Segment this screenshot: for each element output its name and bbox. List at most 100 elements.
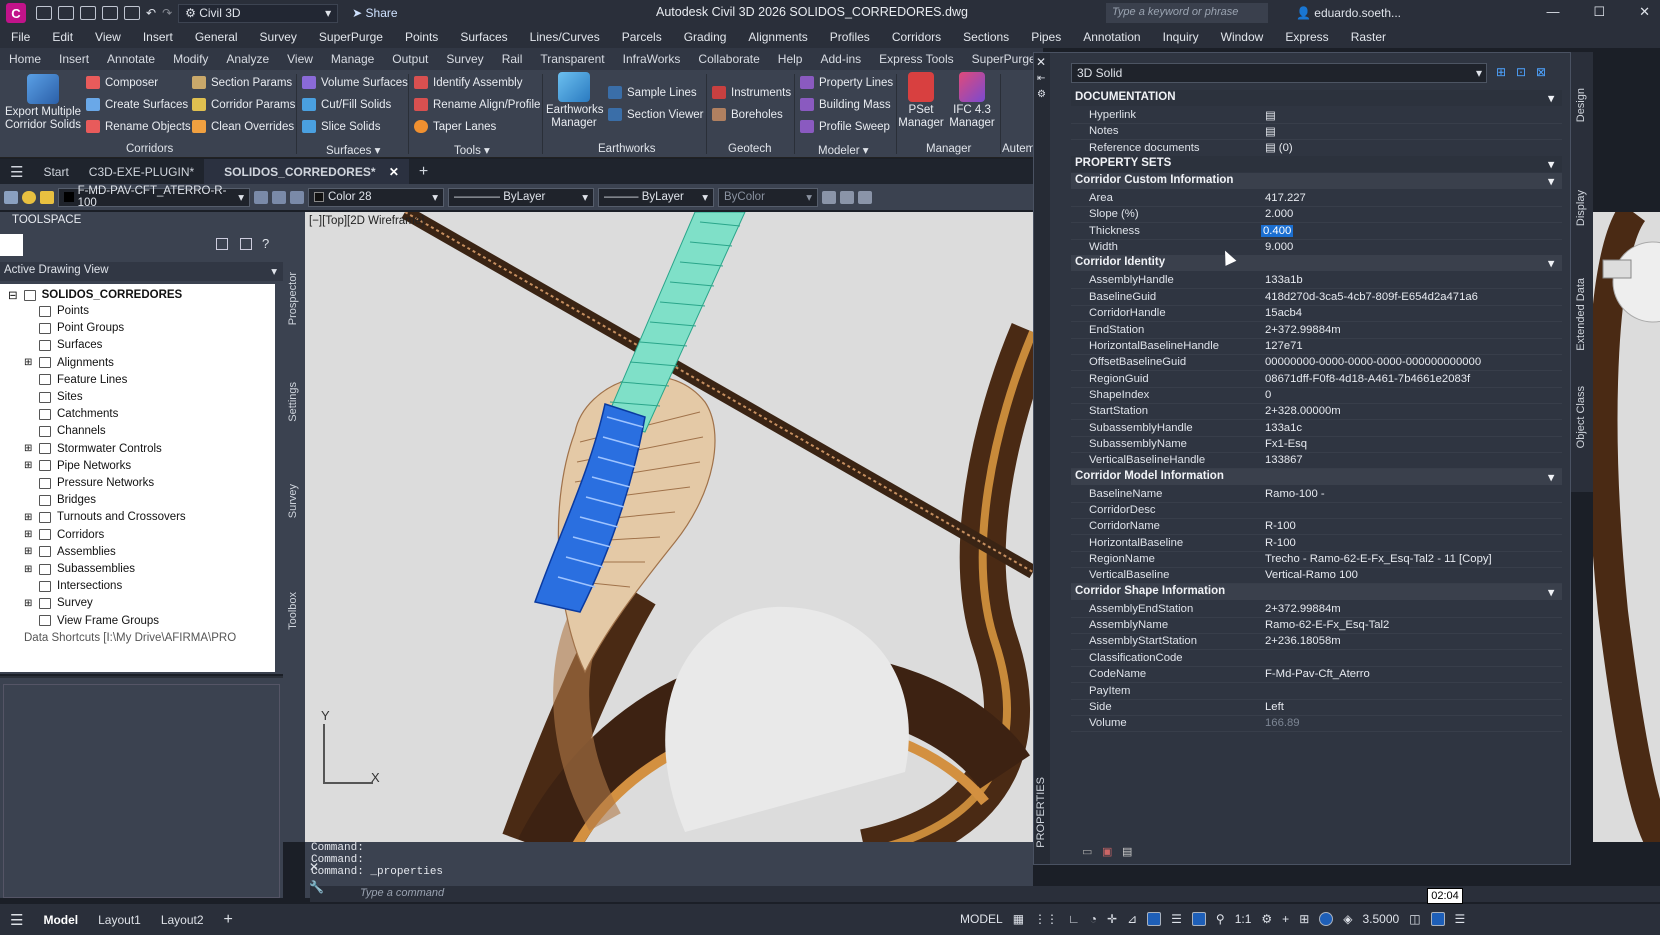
tree-expand-icon[interactable]: ⊞ xyxy=(24,357,33,368)
autoscale-icon[interactable]: ⚲ xyxy=(1216,912,1225,926)
property-section-corridor-shape-information[interactable]: Corridor Shape Information ▾ xyxy=(1071,583,1562,600)
menu-inquiry[interactable]: Inquiry xyxy=(1152,30,1210,44)
quickselect-icon[interactable] xyxy=(840,190,854,204)
property-row-corridorhandle[interactable]: CorridorHandle 15acb4 xyxy=(1071,305,1562,323)
anno-scale-value[interactable]: 3.5000 xyxy=(1362,912,1399,926)
menu-file[interactable]: File xyxy=(0,30,41,44)
ribbon-tab-home[interactable]: Home xyxy=(0,52,50,66)
dimension-icon[interactable] xyxy=(858,190,872,204)
tab-layout1[interactable]: Layout1 xyxy=(88,913,151,927)
property-section-corridor-custom-information[interactable]: Corridor Custom Information ▾ xyxy=(1071,173,1562,190)
property-row-horizontalbaselinehandle[interactable]: HorizontalBaselineHandle 127e71 xyxy=(1071,338,1562,355)
property-value[interactable]: 133a1c xyxy=(1261,422,1302,434)
ribbon-tab-output[interactable]: Output xyxy=(383,52,437,66)
collapse-icon[interactable]: ▾ xyxy=(1548,174,1554,188)
property-row-side[interactable]: Side Left xyxy=(1071,699,1562,716)
minimize-icon[interactable]: — xyxy=(1546,4,1559,20)
app-logo-icon[interactable]: C xyxy=(6,3,26,23)
undo-icon[interactable]: ↶ xyxy=(146,6,156,20)
property-row-notes[interactable]: Notes ▤ xyxy=(1071,123,1562,141)
layer-dropdown[interactable]: F-MD-PAV-CFT_ATERRO-R-100 ▾ xyxy=(58,185,250,209)
match-layer-icon[interactable] xyxy=(254,190,268,204)
hardware-accel-icon[interactable] xyxy=(1430,912,1445,926)
property-row-shapeindex[interactable]: ShapeIndex 0 xyxy=(1071,387,1562,404)
menu-view[interactable]: View xyxy=(84,30,132,44)
instruments-button[interactable]: Instruments xyxy=(712,86,791,99)
menu-surfaces[interactable]: Surfaces xyxy=(449,30,518,44)
tree-item-stormwater-controls[interactable]: ⊞ Stormwater Controls xyxy=(24,443,162,455)
menu-raster[interactable]: Raster xyxy=(1340,30,1397,44)
plotstyle-dropdown[interactable]: ByColor ▾ xyxy=(718,187,818,207)
property-value[interactable]: 2+372.99884m xyxy=(1261,324,1341,336)
tree-item-point-groups[interactable]: Point Groups xyxy=(24,322,124,334)
maximize-icon[interactable]: ☐ xyxy=(1593,4,1605,20)
property-row-classificationcode[interactable]: ClassificationCode xyxy=(1071,650,1562,667)
units-icon[interactable]: ⊞ xyxy=(1299,912,1309,926)
property-value[interactable]: R-100 xyxy=(1261,537,1296,549)
palette-settings-icon[interactable]: ⚙ xyxy=(1037,89,1046,100)
property-value[interactable]: ▤ xyxy=(1261,109,1276,122)
tree-item-assemblies[interactable]: ⊞ Assemblies xyxy=(24,546,116,558)
toolspace-pin-icon[interactable] xyxy=(0,234,23,256)
menu-insert[interactable]: Insert xyxy=(132,30,184,44)
property-row-verticalbaselinehandle[interactable]: VerticalBaselineHandle 133867 xyxy=(1071,452,1562,470)
property-section-documentation[interactable]: DOCUMENTATION ▾ xyxy=(1071,90,1562,106)
ribbon-tab-transparent[interactable]: Transparent xyxy=(531,52,613,66)
property-value[interactable]: Fx1-Esq xyxy=(1261,438,1307,450)
property-section-property-sets[interactable]: PROPERTY SETS ▾ xyxy=(1071,156,1562,173)
layer-isolate-icon[interactable] xyxy=(290,190,304,204)
tree-item-subassemblies[interactable]: ⊞ Subassemblies xyxy=(24,563,135,575)
collapse-icon[interactable]: ▾ xyxy=(1548,585,1554,599)
property-value[interactable]: 417.227 xyxy=(1261,192,1306,204)
collapse-icon[interactable]: ▾ xyxy=(1548,157,1554,171)
layer-properties-icon[interactable] xyxy=(4,190,18,204)
profile-sweep-button[interactable]: Profile Sweep xyxy=(800,120,890,133)
tree-item-surfaces[interactable]: Surfaces xyxy=(24,339,102,351)
doc-tab-plugin[interactable]: C3D-EXE-PLUGIN* xyxy=(79,165,204,179)
ribbon-tab-infraworks[interactable]: InfraWorks xyxy=(614,52,690,66)
sample-lines-button[interactable]: Sample Lines xyxy=(608,86,697,99)
layer-on-icon[interactable] xyxy=(22,190,36,204)
menu-alignments[interactable]: Alignments xyxy=(737,30,818,44)
command-close-icon[interactable]: ✕ xyxy=(309,860,319,874)
palette-footer-icon-2[interactable]: ▣ xyxy=(1102,845,1112,858)
tree-expand-icon[interactable]: ⊞ xyxy=(24,512,33,523)
menu-pipes[interactable]: Pipes xyxy=(1020,30,1072,44)
property-value[interactable]: 15acb4 xyxy=(1261,307,1302,319)
tree-item-catchments[interactable]: Catchments xyxy=(24,408,118,420)
property-section-corridor-model-information[interactable]: Corridor Model Information ▾ xyxy=(1071,468,1562,485)
ribbon-tab-add-ins[interactable]: Add-ins xyxy=(811,52,870,66)
tree-item-points[interactable]: Points xyxy=(24,305,89,317)
property-row-startstation[interactable]: StartStation 2+328.00000m xyxy=(1071,403,1562,421)
menu-lines-curves[interactable]: Lines/Curves xyxy=(519,30,611,44)
palette-footer-icon-1[interactable]: ▭ xyxy=(1082,845,1092,858)
help-icon[interactable]: ? xyxy=(262,236,269,251)
osnap-icon[interactable]: ✛ xyxy=(1107,912,1117,926)
property-value[interactable]: 9.000 xyxy=(1261,241,1293,253)
tab-model[interactable]: Model xyxy=(33,913,88,927)
property-row-assemblyendstation[interactable]: AssemblyEndStation 2+372.99884m xyxy=(1071,601,1562,618)
annotation-scale[interactable]: 1:1 xyxy=(1235,912,1252,926)
section-params-button[interactable]: Section Params xyxy=(192,76,292,89)
polar-icon[interactable]: ◔ xyxy=(1090,912,1097,926)
property-value[interactable]: R-100 xyxy=(1261,520,1296,532)
clean-screen-icon[interactable]: ◫ xyxy=(1409,912,1420,926)
graphics-performance-icon[interactable]: ◈ xyxy=(1343,912,1352,926)
close-icon[interactable]: ✕ xyxy=(1639,4,1650,20)
redo-icon[interactable]: ↷ xyxy=(162,6,172,20)
doc-tab-start[interactable]: Start xyxy=(33,165,78,179)
property-value[interactable]: Vertical-Ramo 100 xyxy=(1261,569,1358,581)
annotation-visibility-icon[interactable] xyxy=(1191,912,1206,926)
property-value[interactable]: 166.89 xyxy=(1261,717,1300,729)
new-tab-icon[interactable]: + xyxy=(409,163,438,181)
palette-tab-extended-data[interactable]: Extended Data xyxy=(1575,278,1587,351)
palette-footer-icon-3[interactable]: ▤ xyxy=(1122,845,1132,858)
building-mass-button[interactable]: Building Mass xyxy=(800,98,891,111)
property-row-codename[interactable]: CodeName F-Md-Pav-Cft_Aterro xyxy=(1071,666,1562,684)
tree-item-channels[interactable]: Channels xyxy=(24,425,106,437)
property-row-regionname[interactable]: RegionName Trecho - Ramo-62-E-Fx_Esq-Tal2… xyxy=(1071,551,1562,569)
menu-points[interactable]: Points xyxy=(394,30,449,44)
tree-expand-icon[interactable]: ⊞ xyxy=(24,529,33,540)
tree-expand-icon[interactable]: ⊞ xyxy=(24,546,33,557)
menu-express[interactable]: Express xyxy=(1274,30,1339,44)
